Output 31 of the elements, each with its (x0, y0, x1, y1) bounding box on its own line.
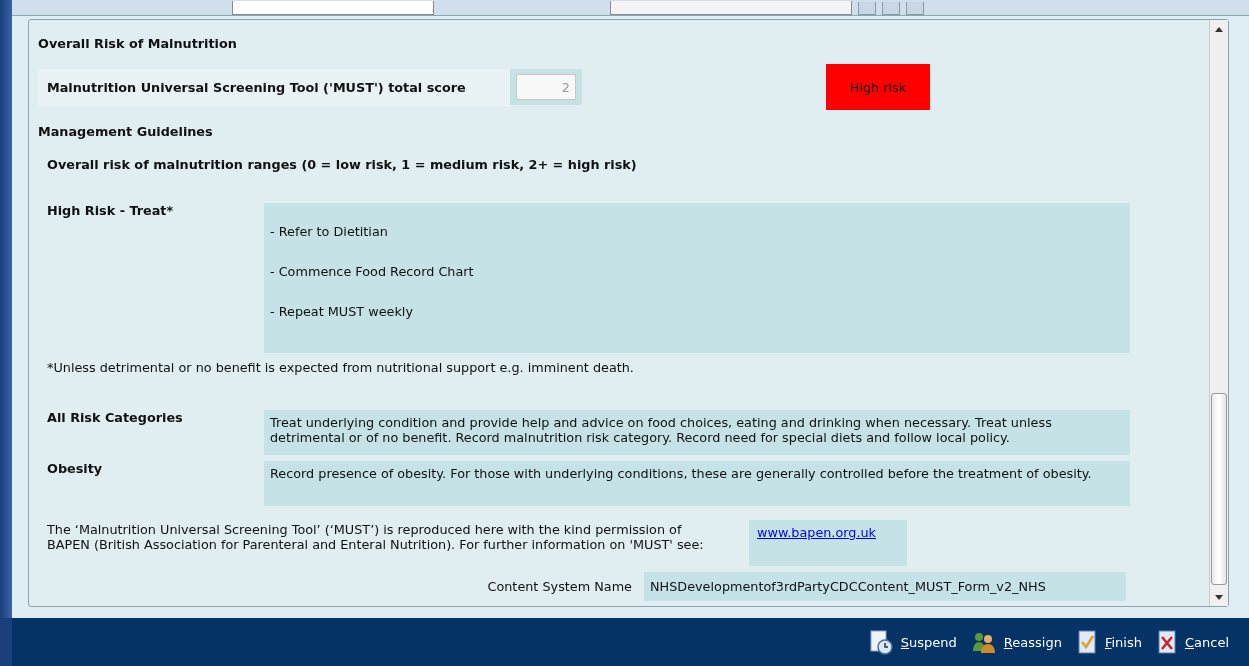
guideline-text: Treat underlying condition and provide help and advice on food choices, eating and drinking when necessary. Treat unless detrimental or of no benefit. Record malnutrition risk category. Record need for special diets and follow local policy. (264, 410, 1130, 455)
suspend-button[interactable]: Suspend (867, 629, 957, 655)
tick-document-icon (1075, 629, 1098, 655)
row-label: All Risk Categories (46, 410, 184, 427)
treatment-item: - Refer to Dietitian (270, 224, 389, 239)
clock-document-icon (867, 629, 894, 655)
cancel-button[interactable]: Cancel (1155, 629, 1229, 655)
risk-badge: High risk (826, 64, 930, 110)
treatment-item: - Commence Food Record Chart (270, 264, 475, 279)
finish-button[interactable]: Finish (1075, 629, 1142, 655)
treatment-item: - Repeat MUST weekly (270, 304, 414, 319)
field-label: Content System Name (486, 579, 633, 594)
row-label: High Risk - Treat* (46, 203, 175, 220)
date-field[interactable] (232, 1, 434, 15)
website-link[interactable]: www.bapen.org.uk (757, 525, 876, 540)
guideline-text: Record presence of obesity. For those with underlying conditions, these are generally controlled before the treatment of obesity. (264, 461, 1130, 506)
cross-document-icon (1155, 629, 1178, 655)
permission-text: The ‘Malnutrition Universal Screening Tool’ (‘MUST’) is reproduced here with the kind permission of BAPEN (British Association for Parenteral and Enteral Nutrition). For further information on 'MUST' see: (46, 521, 705, 554)
content-system-field: NHSDevelopmentof3rdPartyCDCContent_MUST_Form_v2_NHS (644, 572, 1126, 601)
scroll-up-icon[interactable] (1215, 26, 1223, 32)
field-label: Malnutrition Universal Screening Tool ('MUST') total score (38, 68, 510, 106)
section-title: Management Guidelines (38, 124, 214, 139)
section-title: Overall Risk of Malnutrition (38, 36, 238, 51)
scrollbar-thumb[interactable] (1211, 393, 1227, 585)
reassign-button[interactable]: Reassign (970, 629, 1062, 655)
footnote-text: *Unless detrimental or no benefit is expected from nutritional support e.g. imminent death. (47, 360, 635, 375)
scroll-down-icon[interactable] (1215, 594, 1223, 600)
ranges-text: Overall risk of malnutrition ranges (0 = low risk, 1 = medium risk, 2+ = high risk) (47, 157, 638, 172)
text-field[interactable] (610, 1, 852, 15)
row-label: Obesity (46, 461, 104, 478)
scrollbar[interactable] (1209, 20, 1228, 606)
